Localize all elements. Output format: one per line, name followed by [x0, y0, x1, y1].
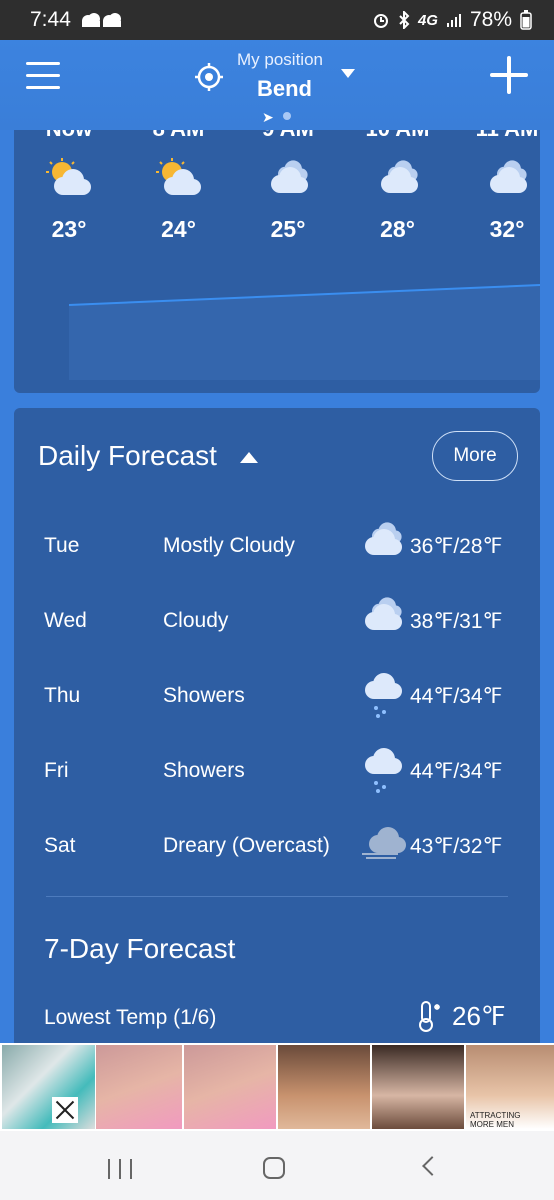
- app-bar: My position Bend ➤: [0, 40, 554, 130]
- add-location-button[interactable]: [490, 56, 528, 94]
- ad-close-icon[interactable]: [52, 1097, 78, 1123]
- day-condition: Mostly Cloudy: [163, 534, 295, 557]
- position-label: My position: [237, 50, 323, 69]
- locate-icon[interactable]: [194, 62, 224, 92]
- day-condition: Cloudy: [163, 609, 229, 632]
- cloud-notification-icon: [81, 13, 121, 27]
- status-time: 7:44: [30, 8, 71, 31]
- collapse-caret-icon[interactable]: [240, 452, 258, 463]
- cloudy-icon: [358, 595, 408, 645]
- hour-temp: 32°: [489, 216, 525, 242]
- hourly-item: 10 AM 28°: [348, 130, 448, 243]
- more-button[interactable]: More: [432, 431, 518, 481]
- home-button[interactable]: [263, 1157, 285, 1179]
- battery-percent: 78%: [469, 8, 512, 31]
- ad-image-eyebrow-2[interactable]: [184, 1045, 276, 1129]
- day-name: Thu: [44, 684, 81, 707]
- recents-button[interactable]: [108, 1159, 132, 1179]
- hour-temp: 24°: [161, 216, 196, 242]
- hourly-item: 9 AM 25°: [238, 130, 338, 243]
- page-indicator-dot: [283, 112, 291, 120]
- day-temps: 43℉/32℉: [410, 835, 503, 858]
- day-name: Fri: [44, 759, 69, 782]
- day-temps: 36℉/28℉: [410, 535, 503, 558]
- daily-forecast-card: Daily Forecast More Tue Mostly Cloudy 36℉/…: [14, 408, 540, 1048]
- daily-row[interactable]: Wed Cloudy 38℉/31℉: [14, 597, 540, 641]
- system-nav-bar: [0, 1131, 554, 1200]
- partly-sunny-icon: [45, 158, 93, 198]
- status-bar: 7:44 4G 78%: [0, 0, 554, 40]
- daily-row[interactable]: Fri Showers 44℉/34℉: [14, 748, 540, 793]
- overcast-icon: [358, 820, 408, 870]
- lowest-temp-label: Lowest Temp (1/6): [44, 1006, 217, 1029]
- hour-label: 10 AM: [348, 130, 448, 140]
- hour-label: 9 AM: [238, 130, 338, 140]
- day-temps: 38℉/31℉: [410, 610, 503, 633]
- day-temps: 44℉/34℉: [410, 685, 503, 708]
- hour-label: 11 AM: [457, 130, 540, 140]
- signal-icon: [446, 14, 461, 27]
- back-button[interactable]: [422, 1156, 442, 1176]
- ad-image-glasses[interactable]: [372, 1045, 464, 1129]
- menu-button[interactable]: [26, 62, 60, 90]
- day-condition: Showers: [163, 759, 245, 782]
- lowest-temp-value: 26℉: [416, 1000, 506, 1032]
- showers-icon: [358, 745, 408, 795]
- ad-image-bedding[interactable]: [2, 1045, 95, 1129]
- navigation-arrow-icon: ➤: [262, 109, 274, 125]
- hour-label: Now: [19, 130, 119, 140]
- cloud-icon: [483, 158, 531, 198]
- day-temps: 44℉/34℉: [410, 760, 503, 783]
- hourly-item: 11 AM 32°: [457, 130, 540, 243]
- day-name: Tue: [44, 534, 80, 557]
- bluetooth-icon: [399, 11, 410, 29]
- hour-temp: 28°: [380, 216, 415, 242]
- day-condition: Dreary (Overcast): [163, 834, 330, 857]
- network-type: 4G: [417, 11, 438, 29]
- daily-row[interactable]: Sat Dreary (Overcast) 43℉/32℉: [14, 826, 540, 866]
- hour-temp: 25°: [270, 216, 306, 242]
- ad-banner[interactable]: ATTRACTING MORE MEN: [0, 1043, 554, 1131]
- showers-icon: [358, 670, 408, 720]
- mostly-cloudy-icon: [358, 520, 408, 570]
- divider: [46, 896, 508, 897]
- day-name: Sat: [44, 834, 76, 857]
- hour-temp: 23°: [51, 216, 87, 242]
- daily-row[interactable]: Thu Showers 44℉/34℉: [14, 673, 540, 718]
- cloud-icon: [264, 158, 312, 198]
- thermometer-icon: [419, 1001, 440, 1032]
- daily-row[interactable]: Tue Mostly Cloudy 36℉/28℉: [14, 522, 540, 566]
- daily-forecast-title: Daily Forecast: [38, 440, 217, 471]
- hourly-item: 8 AM 24°: [129, 130, 229, 243]
- ad-image-necklace[interactable]: [278, 1045, 370, 1129]
- ad-image-eyebrow-1[interactable]: [96, 1045, 182, 1129]
- hourly-forecast-card[interactable]: Now 23° 8 AM 24° 9 AM 25° 10 AM 28° 11 AM 32°: [14, 130, 540, 393]
- day-condition: Showers: [163, 684, 245, 707]
- city-selector[interactable]: Bend: [257, 76, 312, 102]
- temperature-trend-line: [69, 284, 540, 380]
- hourly-item: Now 23°: [19, 130, 119, 243]
- alarm-icon: [373, 14, 388, 28]
- hour-label: 8 AM: [129, 130, 229, 140]
- battery-icon: [520, 10, 532, 30]
- ad-caption: ATTRACTING MORE MEN: [470, 1111, 521, 1129]
- chevron-down-icon[interactable]: [341, 69, 355, 78]
- cloud-icon: [374, 158, 422, 198]
- seven-day-title: 7-Day Forecast: [44, 933, 236, 964]
- day-name: Wed: [44, 609, 87, 632]
- partly-sunny-icon: [155, 158, 203, 198]
